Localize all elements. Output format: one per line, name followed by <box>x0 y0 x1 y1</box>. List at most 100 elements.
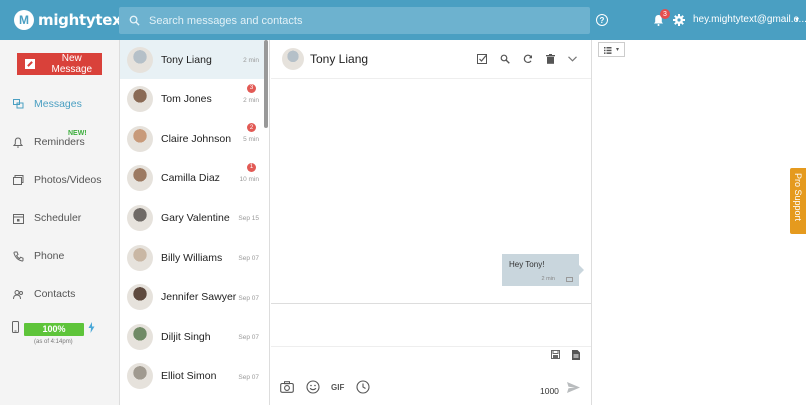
chevron-down-icon[interactable] <box>566 53 578 65</box>
trash-icon[interactable] <box>544 53 556 65</box>
conversation-time: Sep 07 <box>238 294 259 302</box>
contacts-icon <box>12 288 24 300</box>
compose-area[interactable] <box>271 303 591 347</box>
search-icon <box>119 15 149 26</box>
avatar <box>127 323 153 350</box>
bell-icon <box>12 136 24 148</box>
avatar <box>127 86 153 113</box>
logo-mark: M <box>14 10 34 30</box>
sidebar-item-scheduler[interactable]: Scheduler <box>12 212 81 224</box>
avatar <box>127 284 153 311</box>
sidebar-item-label: Contacts <box>34 288 76 300</box>
help-icon[interactable]: ? <box>596 14 608 26</box>
schedule-clock-icon[interactable] <box>356 380 370 394</box>
message-input[interactable] <box>271 304 591 346</box>
calendar-icon <box>12 212 24 224</box>
search-icon[interactable] <box>499 53 511 65</box>
top-bar: M mightytext ? 3 hey.mightytext@gmail.c.… <box>0 0 806 40</box>
sidebar-item-contacts[interactable]: Contacts <box>12 288 75 300</box>
conversation-item[interactable]: Diljit Singh Sep 07 <box>120 317 264 356</box>
template-document-icon[interactable] <box>572 350 580 360</box>
photos-icon <box>12 174 24 186</box>
refresh-icon[interactable] <box>522 53 534 65</box>
character-count: 1000 <box>540 386 559 396</box>
conversation-item[interactable]: Tony Liang 2 min <box>120 40 264 79</box>
unread-count-badge: 3 <box>247 83 256 93</box>
conversation-time: 2 min <box>243 57 259 64</box>
conversation-time: 2 min <box>243 96 259 104</box>
sidebar-item-messages[interactable]: Messages <box>12 98 82 110</box>
new-message-button[interactable]: New Message <box>17 53 102 75</box>
conversation-item[interactable]: Tom Jones 2 min 3 <box>120 80 264 119</box>
avatar <box>127 363 153 390</box>
pro-support-tab[interactable]: Pro Support <box>790 168 806 234</box>
conversation-item[interactable]: Gary Valentine Sep 15 <box>120 198 264 237</box>
conversation-item[interactable]: Billy Williams Sep 07 <box>120 238 264 277</box>
delivery-status-icon <box>566 277 573 282</box>
sidebar-item-reminders[interactable]: Reminders <box>12 136 85 148</box>
list-icon <box>603 41 614 59</box>
messages-icon <box>12 98 24 110</box>
conversation-item[interactable]: Camilla Diaz 10 min 1 <box>120 159 264 198</box>
conversation-list[interactable]: Elliot Simon Sep 07 Diljit Singh Sep 07 Jenn… <box>120 40 270 405</box>
pro-support-label: Pro Support <box>793 173 803 222</box>
sidebar-item-phone[interactable]: Phone <box>12 250 64 262</box>
message-time: 2 min <box>541 276 555 282</box>
account-email[interactable]: hey.mightytext@gmail.c... <box>693 14 806 25</box>
sidebar-item-photos-videos[interactable]: Photos/Videos <box>12 174 102 186</box>
conversation-time: 10 min <box>239 175 259 183</box>
sidebar-item-label: Reminders <box>34 136 85 148</box>
avatar <box>127 244 153 271</box>
conversation-item[interactable]: Elliot Simon Sep 07 <box>120 357 264 396</box>
avatar <box>127 46 153 73</box>
sidebar-item-label: Phone <box>34 250 65 262</box>
emoji-icon[interactable] <box>306 380 320 394</box>
search-bar[interactable] <box>119 7 590 34</box>
phone-device-icon <box>12 320 19 338</box>
charging-bolt-icon <box>88 320 95 338</box>
compose-icon <box>25 59 35 69</box>
avatar <box>282 48 304 70</box>
chat-contact-name: Tony Liang <box>310 52 369 66</box>
chat-header: Tony Liang <box>271 40 591 79</box>
sidebar-item-label: Photos/Videos <box>34 174 102 186</box>
avatar <box>127 125 153 152</box>
search-input[interactable] <box>149 14 579 27</box>
sidebar-item-label: Scheduler <box>34 212 82 224</box>
new-message-label: New Message <box>51 53 93 75</box>
conversation-time: Sep 07 <box>238 334 259 342</box>
battery-timestamp: (as of 4:14pm) <box>34 339 73 345</box>
unread-count-badge: 2 <box>247 123 256 133</box>
battery-level: 100% <box>24 322 84 336</box>
notification-badge: 3 <box>660 9 670 19</box>
view-options-dropdown[interactable]: ▾ <box>598 42 625 57</box>
conversation-item[interactable]: Claire Johnson 5 min 2 <box>120 119 264 158</box>
gif-button[interactable]: GIF <box>331 383 344 392</box>
phone-battery-status: 100% <box>12 320 95 338</box>
message-text: Hey Tony! <box>509 260 545 269</box>
logo[interactable]: M mightytext <box>14 10 129 30</box>
avatar <box>127 165 153 192</box>
conversation-time: Sep 07 <box>238 373 259 381</box>
phone-icon <box>12 250 24 262</box>
message-bubble[interactable]: Hey Tony! 2 min <box>502 254 584 286</box>
save-draft-icon[interactable] <box>551 350 560 359</box>
conversation-time: Sep 15 <box>238 215 259 223</box>
conversation-list-scrollbar[interactable] <box>264 40 268 128</box>
sidebar-item-label: Messages <box>34 98 82 110</box>
chat-panel: Tony Liang Hey Tony! 2 min GIF 1000 <box>271 40 591 405</box>
conversation-item[interactable]: Jennifer Sawyer Sep 07 <box>120 278 264 317</box>
chevron-down-icon[interactable]: ▾ <box>795 15 799 24</box>
camera-icon[interactable] <box>280 381 294 393</box>
conversation-time: Sep 07 <box>238 255 259 262</box>
conversation-time: 5 min <box>243 136 259 144</box>
right-panel: ▾ <box>591 40 806 405</box>
send-icon[interactable] <box>567 382 580 393</box>
left-sidebar: New Message Messages NEW! Reminders Phot… <box>0 40 120 405</box>
settings-gear-icon[interactable] <box>673 13 685 31</box>
chevron-down-icon: ▾ <box>615 47 619 53</box>
avatar <box>127 204 153 231</box>
unread-count-badge: 1 <box>247 162 256 172</box>
select-checkbox-icon[interactable] <box>476 53 488 65</box>
logo-text: mightytext <box>38 11 129 29</box>
